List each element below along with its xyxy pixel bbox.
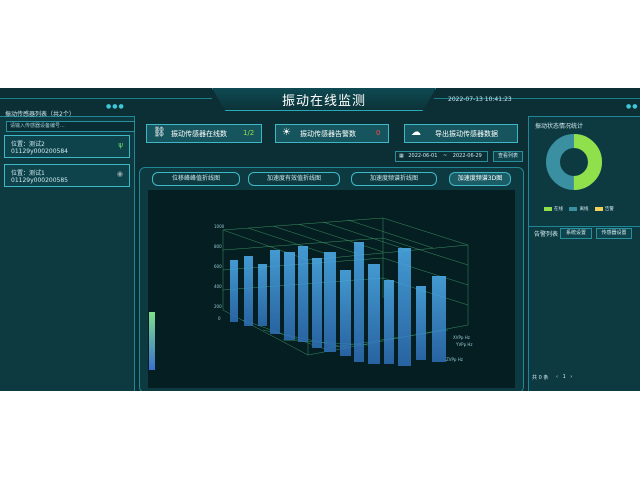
date-separator: ~ xyxy=(442,153,448,159)
date-start: 2022-06-01 xyxy=(408,153,438,159)
prev-page-button[interactable]: ‹ xyxy=(556,374,558,380)
legend-online: 在线 xyxy=(554,207,563,212)
sensor-card[interactable]: 位置：测试2 01129y000200584 ψ xyxy=(4,135,130,158)
sensor-list-title: 振动传感器列表（共2个） xyxy=(5,111,75,118)
alarm-count-label: 振动传感器告警数 xyxy=(300,130,356,138)
visual-map-bar[interactable] xyxy=(149,312,155,370)
next-page-button[interactable]: › xyxy=(570,374,572,380)
y-tick: 200 xyxy=(214,304,222,309)
sensor-device-id: 01129y000200585 xyxy=(11,177,68,184)
y-tick: 800 xyxy=(214,244,222,249)
tab-acc-rms[interactable]: 加速度有效值折线图 xyxy=(248,172,340,186)
cloud-download-icon: ☁ xyxy=(411,127,421,138)
y-tick: 400 xyxy=(214,284,222,289)
app-window: 振动在线监测 2022-07-13 10:41:23 ●●● ●● 振动传感器列… xyxy=(0,88,640,391)
decor-dots-left: ●●● xyxy=(106,103,125,110)
online-count-value: 1/2 xyxy=(243,129,255,137)
date-range-picker[interactable]: ▦ 2022-06-01 ~ 2022-06-29 xyxy=(395,151,488,162)
tab-displacement[interactable]: 位移峰峰值折线图 xyxy=(152,172,240,186)
view-list-button[interactable]: 查看列表 xyxy=(493,151,523,162)
legend-swatch-alarm xyxy=(594,206,603,211)
alarm-panel xyxy=(528,226,640,391)
date-end: 2022-06-29 xyxy=(452,153,482,159)
system-settings-button[interactable]: 系统设置 xyxy=(560,228,592,239)
alarm-panel-title: 告警列表 xyxy=(534,231,559,238)
sensor-card[interactable]: 位置：测试1 01129y000200585 ◉ xyxy=(4,164,130,187)
calendar-icon: ▦ xyxy=(399,153,404,159)
axis-label: YVPp Hz xyxy=(455,342,473,347)
pagination: ‹ 1 › xyxy=(556,374,572,380)
status-legend: 在线 离线 告警 xyxy=(544,206,614,212)
alarm-total: 共 0 条 xyxy=(532,375,549,381)
axis-label: XVPp Hz xyxy=(453,335,470,340)
tab-acc-spectrum-3d[interactable]: 加速度频谱3D图 xyxy=(449,172,511,186)
tab-acc-spectrum[interactable]: 加速度频谱折线图 xyxy=(351,172,437,186)
sensor-search-input[interactable]: 请输入传感器设备编号... xyxy=(6,121,135,132)
y-tick: 600 xyxy=(214,264,222,269)
axis-label: ZVPp Hz xyxy=(446,357,463,362)
page-title: 振动在线监测 xyxy=(281,94,366,109)
title-box: 振动在线监测 xyxy=(212,88,436,111)
y-tick: 1000 xyxy=(214,224,225,229)
legend-offline: 离线 xyxy=(579,207,589,212)
alarm-count-value: 0 xyxy=(376,129,381,137)
chart-3d-svg: 1000 800 600 400 200 0 YVPp Hz XVPp Hz Z… xyxy=(149,217,473,370)
online-count-card[interactable]: ⛓ 振动传感器在线数 1/2 xyxy=(146,124,262,143)
signal-icon: ψ xyxy=(118,141,123,149)
alarm-count-card[interactable]: ☀ 振动传感器告警数 0 xyxy=(275,124,389,143)
bars-3d xyxy=(230,242,446,366)
export-data-label: 导出振动传感器数据 xyxy=(435,130,498,138)
sensor-device-id: 01129y000200584 xyxy=(11,148,68,155)
online-count-label: 振动传感器在线数 xyxy=(171,130,227,138)
y-tick: 0 xyxy=(218,316,221,321)
datetime: 2022-07-13 10:41:23 xyxy=(448,96,512,103)
decor-dots-right: ●● xyxy=(626,103,639,110)
sensor-location: 位置：测试1 xyxy=(11,170,45,177)
export-data-button[interactable]: ☁ 导出振动传感器数据 xyxy=(404,124,518,143)
page-number[interactable]: 1 xyxy=(563,374,566,380)
chart-3d-area[interactable]: 1000 800 600 400 200 0 YVPp Hz XVPp Hz Z… xyxy=(148,190,515,388)
legend-alarm: 告警 xyxy=(604,207,614,212)
header-line-left xyxy=(0,98,212,99)
sensor-settings-button[interactable]: 传感器设置 xyxy=(596,228,632,239)
legend-swatch-offline xyxy=(569,206,578,211)
status-donut-chart xyxy=(546,134,602,190)
legend-swatch-online xyxy=(544,206,552,211)
status-panel-title: 振动状态情况统计 xyxy=(535,123,584,130)
link-icon: ⛓ xyxy=(153,127,166,138)
offline-icon: ◉ xyxy=(116,170,123,178)
alarm-light-icon: ☀ xyxy=(282,127,291,138)
sensor-location: 位置：测试2 xyxy=(11,141,45,148)
